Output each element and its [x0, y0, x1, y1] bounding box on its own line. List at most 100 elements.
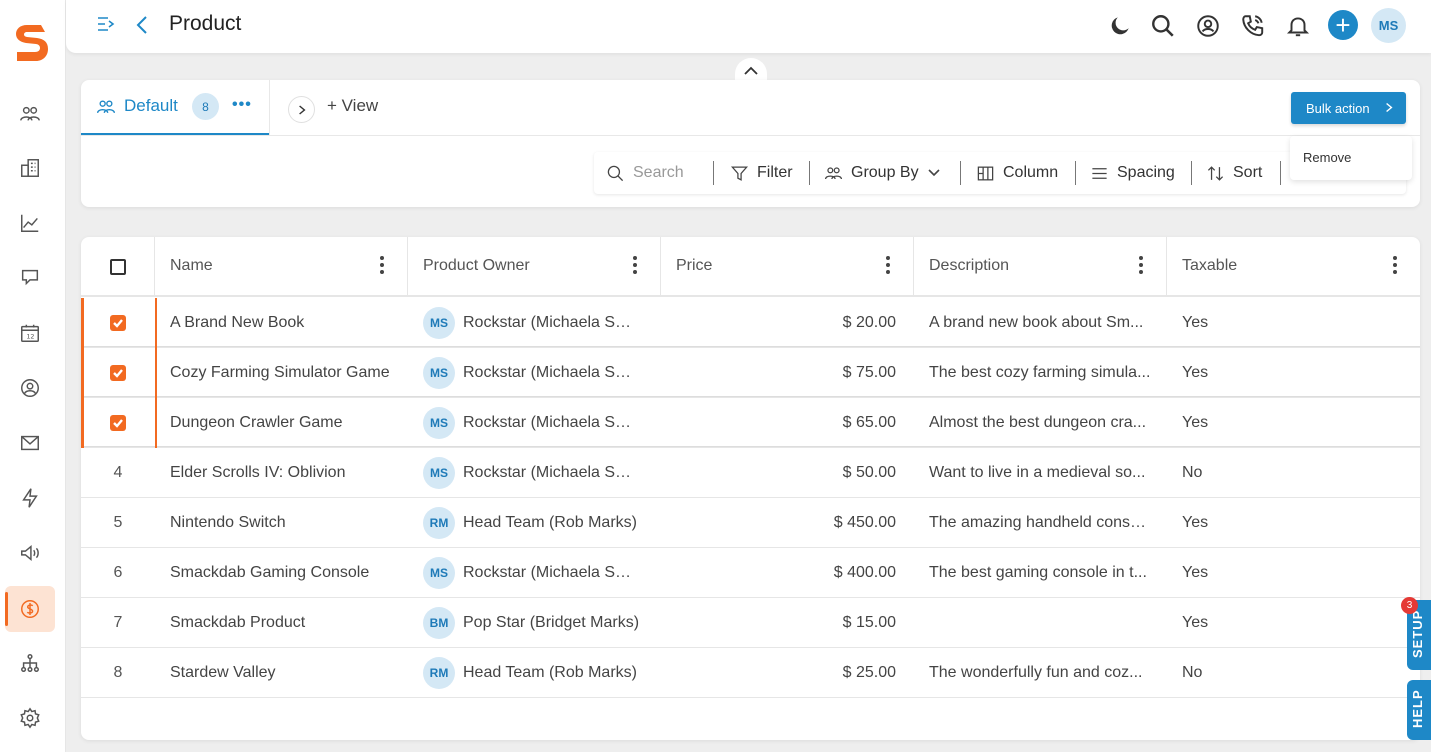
user-avatar[interactable]: MS — [1371, 8, 1406, 43]
bulk-menu-remove[interactable]: Remove — [1290, 136, 1412, 180]
owner-avatar: RM — [423, 507, 455, 539]
row-number[interactable]: 5 — [114, 514, 123, 532]
column-menu-icon[interactable] — [379, 256, 385, 278]
table-row[interactable]: 5 Nintendo Switch RM Head Team (Rob Marks) $… — [81, 498, 1420, 548]
product-price: $ 450.00 — [833, 514, 896, 531]
product-name[interactable]: Smackdab Product — [170, 598, 405, 648]
row-select-cell[interactable] — [81, 298, 155, 348]
bulk-action-label: Bulk action — [1306, 100, 1370, 116]
select-all-checkbox[interactable] — [110, 259, 126, 275]
bulk-action-button[interactable]: Bulk action — [1291, 92, 1406, 124]
product-name[interactable]: A Brand New Book — [170, 298, 405, 348]
column-header-name[interactable]: Name — [155, 237, 408, 297]
notifications-bell-icon[interactable] — [1283, 11, 1313, 41]
row-select-cell[interactable] — [81, 348, 155, 398]
table-row[interactable]: Cozy Farming Simulator Game MS Rockstar (M… — [81, 348, 1420, 398]
tab-default-view[interactable]: Default 8 ••• — [81, 80, 269, 135]
table-row[interactable]: 7 Smackdab Product BM Pop Star (Bridget Mar… — [81, 598, 1420, 648]
column-menu-icon[interactable] — [1392, 256, 1398, 278]
product-name[interactable]: Cozy Farming Simulator Game — [170, 348, 405, 398]
product-owner[interactable]: MS Rockstar (Michaela Smi... — [423, 398, 663, 448]
dark-mode-icon[interactable] — [1105, 11, 1135, 41]
automation-icon[interactable] — [13, 481, 47, 515]
sort-icon — [1207, 165, 1224, 181]
setup-label: SETUP — [1410, 609, 1425, 658]
column-menu-icon[interactable] — [632, 256, 638, 278]
search-input[interactable]: Search — [606, 162, 684, 184]
calendar-icon[interactable]: 12 — [13, 316, 47, 350]
column-header-description[interactable]: Description — [914, 237, 1167, 297]
menu-toggle-icon[interactable] — [96, 14, 116, 34]
product-owner[interactable]: MS Rockstar (Michaela Smi... — [423, 298, 663, 348]
chevron-right-icon — [1386, 102, 1393, 113]
product-owner[interactable]: MS Rockstar (Michaela Smi... — [423, 448, 663, 498]
product-owner[interactable]: MS Rockstar (Michaela Smi... — [423, 548, 663, 598]
analytics-icon[interactable] — [13, 206, 47, 240]
product-owner[interactable]: MS Rockstar (Michaela Smi... — [423, 348, 663, 398]
top-bar: Product + MS — [66, 0, 1431, 53]
sort-button[interactable]: Sort — [1206, 162, 1262, 184]
filter-button[interactable]: Filter — [730, 162, 793, 184]
column-header-taxable[interactable]: Taxable — [1167, 237, 1420, 297]
add-button[interactable]: + — [1328, 10, 1358, 40]
row-select-cell[interactable]: 6 — [81, 548, 155, 598]
spacing-button[interactable]: Spacing — [1090, 162, 1175, 184]
settings-icon[interactable] — [13, 701, 47, 735]
row-select-cell[interactable]: 7 — [81, 598, 155, 648]
row-number[interactable]: 8 — [114, 664, 123, 682]
phone-icon[interactable] — [1238, 11, 1268, 41]
column-menu-icon[interactable] — [1138, 256, 1144, 278]
product-name[interactable]: Smackdab Gaming Console — [170, 548, 405, 598]
sync-icon[interactable] — [1193, 11, 1223, 41]
spacing-icon — [1092, 167, 1107, 179]
campaigns-icon[interactable] — [13, 536, 47, 570]
table-row[interactable]: Dungeon Crawler Game MS Rockstar (Michaela… — [81, 398, 1420, 448]
table-row[interactable]: 4 Elder Scrolls IV: Oblivion MS Rockstar (M… — [81, 448, 1420, 498]
product-name[interactable]: Dungeon Crawler Game — [170, 398, 405, 448]
table-row[interactable]: 6 Smackdab Gaming Console MS Rockstar (Mich… — [81, 548, 1420, 598]
product-owner[interactable]: RM Head Team (Rob Marks) — [423, 648, 663, 698]
contacts-icon[interactable] — [13, 97, 47, 131]
next-tab-button[interactable] — [288, 96, 315, 123]
table-row[interactable]: A Brand New Book MS Rockstar (Michaela Smi… — [81, 298, 1420, 348]
row-checkbox[interactable] — [110, 315, 126, 331]
add-view-button[interactable]: + View — [327, 96, 378, 116]
product-name[interactable]: Stardew Valley — [170, 648, 405, 698]
products-icon[interactable] — [5, 586, 55, 632]
check-icon — [113, 369, 123, 378]
group-by-button[interactable]: Group By — [824, 162, 941, 184]
product-name[interactable]: Nintendo Switch — [170, 498, 405, 548]
org-chart-icon[interactable] — [13, 646, 47, 680]
companies-icon[interactable] — [13, 151, 47, 185]
column-button[interactable]: Column — [976, 162, 1058, 184]
back-arrow-icon[interactable] — [134, 14, 150, 36]
row-number[interactable]: 7 — [114, 614, 123, 632]
row-number[interactable]: 4 — [114, 464, 123, 482]
conversations-icon[interactable] — [13, 261, 47, 295]
row-select-cell[interactable]: 8 — [81, 648, 155, 698]
user-profile-icon[interactable] — [13, 371, 47, 405]
row-number[interactable]: 6 — [114, 564, 123, 582]
search-icon[interactable] — [1148, 11, 1178, 41]
table-row[interactable]: 8 Stardew Valley RM Head Team (Rob Marks) $ … — [81, 648, 1420, 698]
row-select-cell[interactable]: 4 — [81, 448, 155, 498]
product-owner[interactable]: RM Head Team (Rob Marks) — [423, 498, 663, 548]
help-tab[interactable]: HELP — [1407, 680, 1431, 740]
product-taxable: Yes — [1182, 614, 1209, 631]
app-logo[interactable] — [11, 21, 51, 65]
views-panel: Default 8 ••• + View Bulk action Remove … — [81, 80, 1420, 207]
row-checkbox[interactable] — [110, 365, 126, 381]
row-select-cell[interactable] — [81, 398, 155, 448]
product-owner[interactable]: BM Pop Star (Bridget Marks) — [423, 598, 663, 648]
row-checkbox[interactable] — [110, 415, 126, 431]
mail-icon[interactable] — [13, 426, 47, 460]
tab-options-icon[interactable]: ••• — [232, 96, 252, 114]
product-name[interactable]: Elder Scrolls IV: Oblivion — [170, 448, 405, 498]
row-select-cell[interactable]: 5 — [81, 498, 155, 548]
column-menu-icon[interactable] — [885, 256, 891, 278]
column-header-owner[interactable]: Product Owner — [408, 237, 661, 297]
column-header-price[interactable]: Price — [661, 237, 914, 297]
owner-avatar: MS — [423, 307, 455, 339]
owner-avatar: BM — [423, 607, 455, 639]
spacing-label: Spacing — [1117, 164, 1175, 181]
